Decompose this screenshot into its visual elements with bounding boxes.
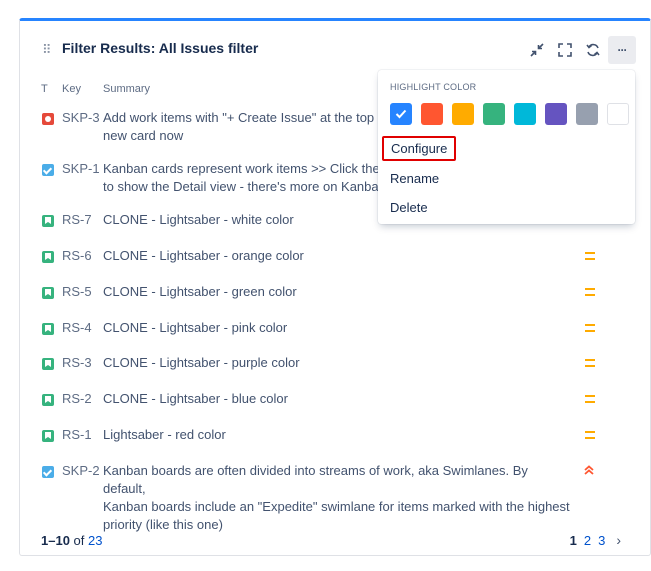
story-icon	[42, 430, 54, 442]
check-icon	[395, 109, 407, 119]
priority-medium-icon	[585, 288, 595, 296]
page-1: 1	[569, 532, 577, 548]
priority-medium-icon	[585, 359, 595, 367]
story-icon	[42, 215, 54, 227]
story-icon	[42, 251, 54, 263]
color-swatch-white[interactable]	[607, 103, 629, 125]
gadget-title: Filter Results: All Issues filter	[62, 40, 259, 56]
priority-highest-icon	[584, 465, 594, 475]
priority-medium-icon	[585, 252, 595, 260]
fullscreen-icon[interactable]	[552, 37, 578, 63]
bug-icon	[42, 113, 54, 125]
issue-summary[interactable]: CLONE - Lightsaber - orange color	[103, 247, 573, 265]
issue-key[interactable]: SKP-1	[62, 161, 100, 176]
issue-key[interactable]: RS-1	[62, 427, 92, 442]
issue-key[interactable]: RS-4	[62, 320, 92, 335]
results-count: 1–10 of 23	[41, 533, 102, 548]
task-icon	[42, 164, 54, 176]
issue-summary[interactable]: CLONE - Lightsaber - blue color	[103, 390, 573, 408]
color-swatch-grey[interactable]	[576, 103, 598, 125]
issue-key[interactable]: RS-6	[62, 248, 92, 263]
page-2-link[interactable]: 2	[584, 533, 591, 548]
minimize-icon[interactable]	[524, 37, 550, 63]
column-header-type[interactable]: T	[41, 83, 48, 95]
issue-key[interactable]: RS-5	[62, 284, 92, 299]
issue-summary[interactable]: CLONE - Lightsaber - green color	[103, 283, 573, 301]
pagination: 1 2 3 ›	[570, 532, 621, 548]
priority-medium-icon	[585, 431, 595, 439]
color-swatch-teal[interactable]	[514, 103, 536, 125]
story-icon	[42, 358, 54, 370]
story-icon	[42, 394, 54, 406]
color-swatch-red[interactable]	[421, 103, 443, 125]
issue-summary[interactable]: Kanban boards are often divided into str…	[103, 462, 573, 534]
issue-key[interactable]: SKP-3	[62, 110, 100, 125]
issue-summary[interactable]: CLONE - Lightsaber - purple color	[103, 354, 573, 372]
drag-handle-icon[interactable]: ⠿	[42, 43, 52, 57]
page-3-link[interactable]: 3	[598, 533, 605, 548]
column-header-summary[interactable]: Summary	[103, 83, 150, 95]
task-icon	[42, 466, 54, 478]
story-icon	[42, 323, 54, 335]
issue-summary[interactable]: CLONE - Lightsaber - pink color	[103, 319, 573, 337]
summary-line: Kanban boards include an "Expedite" swim…	[103, 499, 570, 514]
summary-line: priority (like this one)	[103, 517, 223, 532]
color-swatch-blue[interactable]	[390, 103, 412, 125]
refresh-icon[interactable]	[580, 37, 606, 63]
summary-line: Kanban boards are often divided into str…	[103, 463, 528, 496]
next-page-icon[interactable]: ›	[616, 532, 621, 548]
gadget-actions-dropdown: HIGHLIGHT COLOR Configure Rename Delete	[378, 70, 635, 224]
issue-key[interactable]: RS-2	[62, 391, 92, 406]
priority-medium-icon	[585, 324, 595, 332]
issue-summary[interactable]: Lightsaber - red color	[103, 426, 573, 444]
color-swatch-green[interactable]	[483, 103, 505, 125]
configure-menu-item[interactable]: Configure	[382, 136, 457, 161]
color-swatch-purple[interactable]	[545, 103, 567, 125]
delete-menu-item[interactable]: Delete	[390, 200, 428, 215]
highlight-color-swatches	[390, 103, 629, 125]
issue-key[interactable]: RS-3	[62, 355, 92, 370]
priority-medium-icon	[585, 395, 595, 403]
more-icon: ···	[617, 43, 628, 57]
highlight-color-heading: HIGHLIGHT COLOR	[390, 82, 477, 92]
results-of-label: of	[73, 533, 85, 548]
story-icon	[42, 287, 54, 299]
rename-menu-item[interactable]: Rename	[390, 171, 439, 186]
more-actions-button[interactable]: ···	[608, 36, 636, 64]
results-total-link[interactable]: 23	[88, 533, 102, 548]
results-range: 1–10	[41, 533, 70, 548]
issue-key[interactable]: SKP-2	[62, 463, 100, 478]
color-swatch-yellow[interactable]	[452, 103, 474, 125]
issue-key[interactable]: RS-7	[62, 212, 92, 227]
column-header-key[interactable]: Key	[62, 83, 81, 95]
